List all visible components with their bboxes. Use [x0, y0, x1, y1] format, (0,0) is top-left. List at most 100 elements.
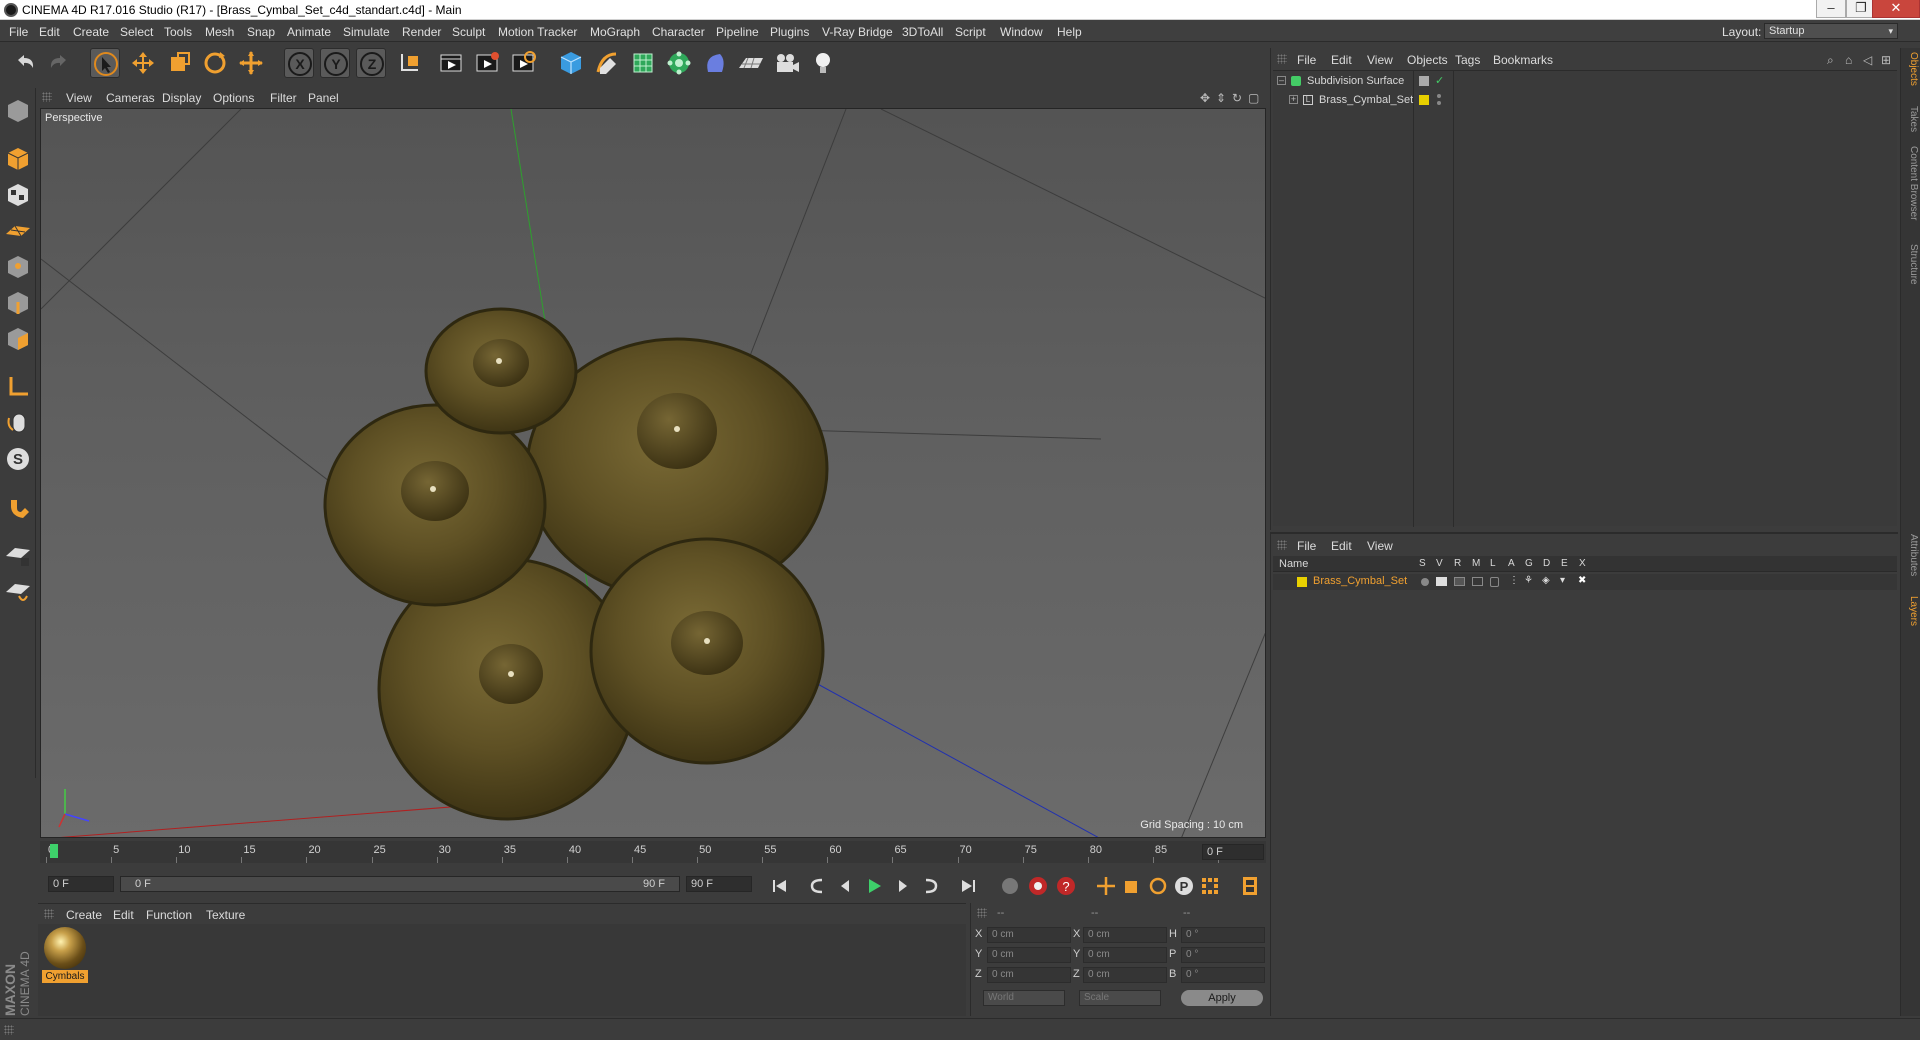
panel-grip-icon[interactable] — [1277, 540, 1287, 550]
point-level-key-button[interactable] — [1198, 874, 1222, 898]
layer-color-swatch[interactable] — [1297, 577, 1307, 587]
timeline-window-button[interactable] — [1238, 874, 1262, 898]
object-menu-file[interactable]: File — [1297, 53, 1316, 67]
back-icon[interactable]: ◁ — [1863, 53, 1872, 67]
size-y-field[interactable]: 0 cm — [1083, 947, 1167, 963]
go-to-start-button[interactable] — [768, 874, 792, 898]
render-toggle-icon[interactable] — [1454, 577, 1465, 586]
tree-row-subdivision[interactable]: – Subdivision Surface ✓ — [1273, 73, 1897, 91]
layer-name[interactable]: Brass_Cymbal_Set — [1313, 575, 1407, 587]
previous-key-button[interactable] — [806, 874, 830, 898]
menu-mesh[interactable]: Mesh — [205, 25, 234, 39]
solo-toggle-icon[interactable] — [1421, 578, 1429, 586]
make-editable-button[interactable] — [3, 96, 33, 126]
lock-toggle-icon[interactable] — [1490, 577, 1499, 587]
next-key-button[interactable] — [918, 874, 942, 898]
menu-pipeline[interactable]: Pipeline — [716, 25, 759, 39]
column-solo[interactable]: S — [1419, 558, 1426, 569]
column-generators[interactable]: G — [1525, 558, 1533, 569]
position-key-button[interactable] — [1094, 874, 1118, 898]
playhead[interactable] — [50, 844, 58, 858]
workplane-lock-button[interactable] — [3, 540, 33, 570]
viewport-nav-zoom-icon[interactable]: ⇕ — [1216, 91, 1226, 105]
menu-sculpt[interactable]: Sculpt — [452, 25, 485, 39]
undo-button[interactable] — [10, 48, 40, 78]
menu-snap[interactable]: Snap — [247, 25, 275, 39]
size-z-field[interactable]: 0 cm — [1083, 967, 1167, 983]
visibility-dot-icon[interactable] — [1437, 94, 1441, 98]
polygons-mode-button[interactable] — [3, 324, 33, 354]
viewport-menu-panel[interactable]: Panel — [308, 91, 339, 105]
layer-color-swatch[interactable] — [1419, 76, 1429, 86]
menu-vray-bridge[interactable]: V-Ray Bridge — [822, 25, 893, 39]
menu-plugins[interactable]: Plugins — [770, 25, 809, 39]
column-xref[interactable]: X — [1579, 558, 1586, 569]
animation-toggle-icon[interactable]: ⋮ — [1509, 575, 1519, 586]
coordinate-system-button[interactable] — [394, 48, 424, 78]
material-menu-texture[interactable]: Texture — [206, 908, 245, 922]
menu-3dtoall[interactable]: 3DToAll — [902, 25, 943, 39]
size-mode-dropdown[interactable]: Scale — [1079, 990, 1161, 1006]
layer-color-swatch[interactable] — [1419, 95, 1429, 105]
minimize-button[interactable]: – — [1816, 0, 1846, 18]
column-name[interactable]: Name — [1279, 558, 1308, 570]
viewport-nav-move-icon[interactable]: ✥ — [1200, 91, 1210, 105]
workplane-mode-button[interactable] — [3, 216, 33, 246]
material-menu-create[interactable]: Create — [66, 908, 102, 922]
deformers-toggle-icon[interactable]: ◈ — [1542, 575, 1550, 586]
texture-mode-button[interactable] — [3, 180, 33, 210]
magnet-button[interactable] — [3, 492, 33, 522]
object-name[interactable]: Subdivision Surface — [1307, 75, 1404, 87]
keyframe-selection-button[interactable]: ? — [1054, 874, 1078, 898]
rotate-tool-button[interactable] — [200, 48, 230, 78]
tab-layers[interactable]: Layers — [1903, 596, 1919, 626]
y-axis-lock-button[interactable]: Y — [320, 48, 350, 78]
close-button[interactable]: ✕ — [1872, 0, 1920, 18]
layer-row[interactable]: Brass_Cymbal_Set ⋮ ⚘ ◈ ▾ ✖ — [1273, 574, 1897, 590]
object-menu-view[interactable]: View — [1367, 53, 1393, 67]
layer-menu-edit[interactable]: Edit — [1331, 539, 1352, 553]
move-tool-button[interactable] — [128, 48, 158, 78]
object-name[interactable]: Brass_Cymbal_Set — [1319, 94, 1413, 106]
layer-menu-file[interactable]: File — [1297, 539, 1316, 553]
tweak-mode-button[interactable] — [3, 408, 33, 438]
enabled-checkmark-icon[interactable]: ✓ — [1435, 74, 1444, 87]
next-frame-button[interactable] — [890, 874, 914, 898]
tab-attributes[interactable]: Attributes — [1903, 534, 1919, 576]
expand-icon[interactable]: + — [1289, 95, 1298, 104]
menu-tools[interactable]: Tools — [164, 25, 192, 39]
viewport-menu-filter[interactable]: Filter — [270, 91, 297, 105]
x-axis-lock-button[interactable]: X — [284, 48, 314, 78]
live-move-button[interactable] — [236, 48, 266, 78]
viewport-camera-label[interactable]: Perspective — [45, 112, 102, 124]
view-toggle-icon[interactable] — [1436, 577, 1447, 586]
object-menu-objects[interactable]: Objects — [1407, 53, 1448, 67]
viewport-menu-display[interactable]: Display — [162, 91, 201, 105]
material-menu-function[interactable]: Function — [146, 908, 192, 922]
model-mode-button[interactable] — [3, 144, 33, 174]
panel-grip-icon[interactable] — [1277, 54, 1287, 64]
menu-select[interactable]: Select — [120, 25, 153, 39]
menu-window[interactable]: Window — [1000, 25, 1043, 39]
z-axis-lock-button[interactable]: Z — [356, 48, 386, 78]
tab-takes[interactable]: Takes — [1903, 106, 1919, 132]
menu-script[interactable]: Script — [955, 25, 986, 39]
layer-menu-view[interactable]: View — [1367, 539, 1393, 553]
deformer-button[interactable] — [700, 48, 730, 78]
panel-grip-icon[interactable] — [44, 909, 54, 919]
coordinate-mode-dropdown[interactable]: World — [983, 990, 1065, 1006]
new-panel-icon[interactable]: ⊞ — [1881, 53, 1891, 67]
column-render[interactable]: R — [1454, 558, 1461, 569]
column-deformers[interactable]: D — [1543, 558, 1550, 569]
menu-render[interactable]: Render — [402, 25, 441, 39]
material-menu-edit[interactable]: Edit — [113, 908, 134, 922]
spline-pen-button[interactable] — [592, 48, 622, 78]
object-menu-edit[interactable]: Edit — [1331, 53, 1352, 67]
viewport-menu-view[interactable]: View — [66, 91, 92, 105]
menu-motion-tracker[interactable]: Motion Tracker — [498, 25, 577, 39]
menu-character[interactable]: Character — [652, 25, 705, 39]
array-button[interactable] — [664, 48, 694, 78]
axis-mode-button[interactable] — [3, 372, 33, 402]
scale-tool-button[interactable] — [164, 48, 194, 78]
render-picture-viewer-button[interactable] — [472, 48, 502, 78]
